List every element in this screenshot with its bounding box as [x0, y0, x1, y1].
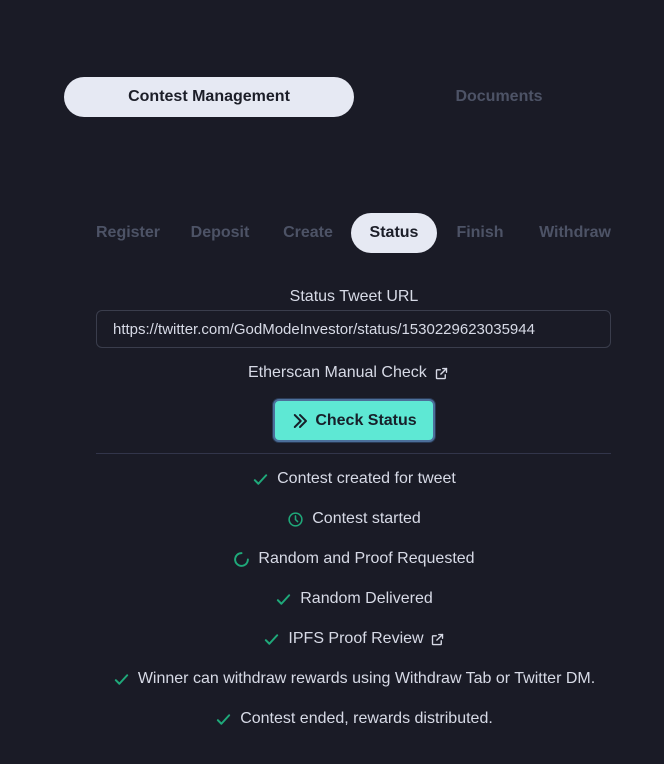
external-link-icon	[435, 367, 447, 379]
tab-contest-management[interactable]: Contest Management	[64, 77, 354, 117]
status-text: Winner can withdraw rewards using Withdr…	[137, 670, 596, 687]
tab-register[interactable]: Register	[96, 213, 160, 253]
top-tab-bar: Contest Management Documents	[64, 77, 644, 117]
tab-withdraw[interactable]: Withdraw	[537, 213, 613, 253]
status-text: Contest created for tweet	[277, 470, 456, 487]
tab-deposit[interactable]: Deposit	[188, 213, 252, 253]
tab-create[interactable]: Create	[280, 213, 336, 253]
check-icon	[215, 711, 232, 728]
tab-finish[interactable]: Finish	[454, 213, 506, 253]
status-item: Random Delivered	[0, 588, 664, 610]
status-text: Contest started	[312, 510, 421, 527]
check-icon	[263, 631, 280, 648]
status-tweet-url-label: Status Tweet URL	[289, 288, 419, 305]
check-icon	[113, 671, 130, 688]
check-status-label: Check Status	[315, 411, 417, 429]
status-item: Contest created for tweet	[0, 468, 664, 490]
status-item: Contest ended, rewards distributed.	[0, 708, 664, 730]
status-text: Contest ended, rewards distributed.	[240, 710, 493, 727]
double-chevron-right-icon	[294, 413, 308, 428]
clock-icon	[287, 511, 304, 528]
status-item: IPFS Proof Review	[0, 628, 664, 650]
sub-tab-bar: Register Deposit Create Status Finish Wi…	[96, 213, 636, 253]
check-icon	[252, 471, 269, 488]
tab-documents[interactable]: Documents	[354, 77, 644, 117]
status-text: Random and Proof Requested	[258, 550, 475, 567]
tab-status[interactable]: Status	[351, 213, 437, 253]
check-icon	[275, 591, 292, 608]
status-item: Winner can withdraw rewards using Withdr…	[0, 668, 664, 690]
status-item: Random and Proof Requested	[0, 548, 664, 570]
etherscan-link-label: Etherscan Manual Check	[248, 364, 427, 381]
etherscan-manual-check-link[interactable]: Etherscan Manual Check	[248, 364, 449, 382]
spinner-icon	[233, 551, 250, 568]
status-text: Random Delivered	[300, 590, 433, 607]
status-item: Contest started	[0, 508, 664, 530]
check-status-button[interactable]: Check Status	[273, 399, 435, 442]
external-link-icon[interactable]	[430, 632, 445, 647]
ipfs-proof-review-link[interactable]: IPFS Proof Review	[288, 630, 423, 648]
divider	[96, 453, 611, 454]
status-tweet-url-input[interactable]	[96, 310, 611, 348]
